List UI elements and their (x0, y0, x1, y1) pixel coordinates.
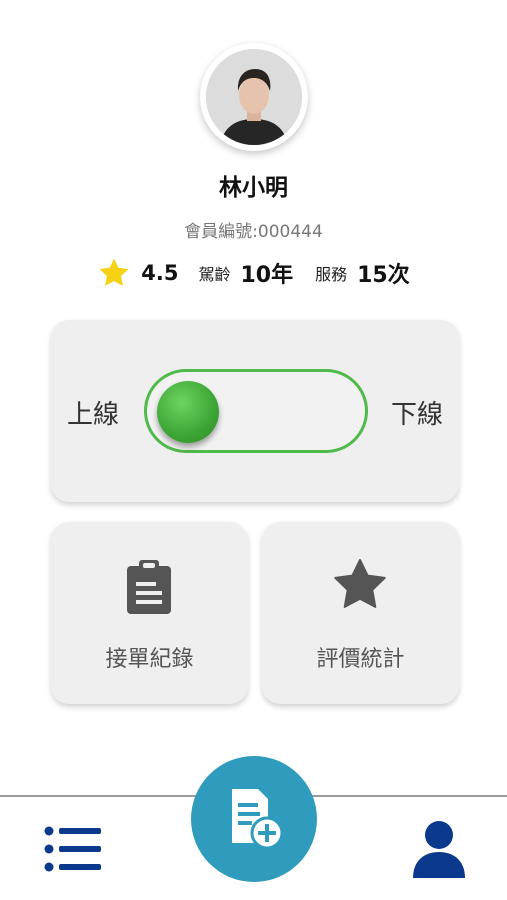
service-count-value: 15次 (357, 263, 410, 288)
online-status-switch[interactable] (144, 369, 368, 453)
online-label[interactable]: 上線 (67, 394, 119, 431)
user-icon[interactable] (411, 820, 467, 878)
clipboard-icon (127, 560, 171, 614)
offline-label[interactable]: 下線 (391, 394, 443, 431)
driver-name: 林小明 (219, 175, 288, 201)
member-id: 會員編號:000444 (184, 222, 323, 242)
switch-knob[interactable] (157, 381, 219, 443)
list-icon[interactable] (44, 826, 102, 872)
driving-years-label: 駕齡 (198, 265, 231, 284)
avatar[interactable] (200, 43, 308, 151)
order-records-button[interactable]: 接單紀錄 (51, 522, 248, 704)
driving-years-value: 10年 (240, 263, 294, 288)
rating-stats-button[interactable]: 評價統計 (262, 522, 459, 704)
service-count-label: 服務 (315, 265, 348, 284)
add-document-icon (232, 789, 284, 850)
rating-value: 4.5 (141, 261, 179, 285)
status-toggle-card: 上線 下線 (51, 320, 459, 502)
star-icon (99, 258, 129, 286)
star-icon (334, 559, 386, 608)
avatar-photo (206, 49, 302, 145)
order-records-label: 接單紀錄 (105, 647, 194, 672)
rating-stats-label: 評價統計 (316, 647, 405, 672)
add-order-button[interactable] (191, 756, 317, 882)
driver-stats: 4.5 駕齡 10年 服務 15次 (0, 256, 507, 290)
